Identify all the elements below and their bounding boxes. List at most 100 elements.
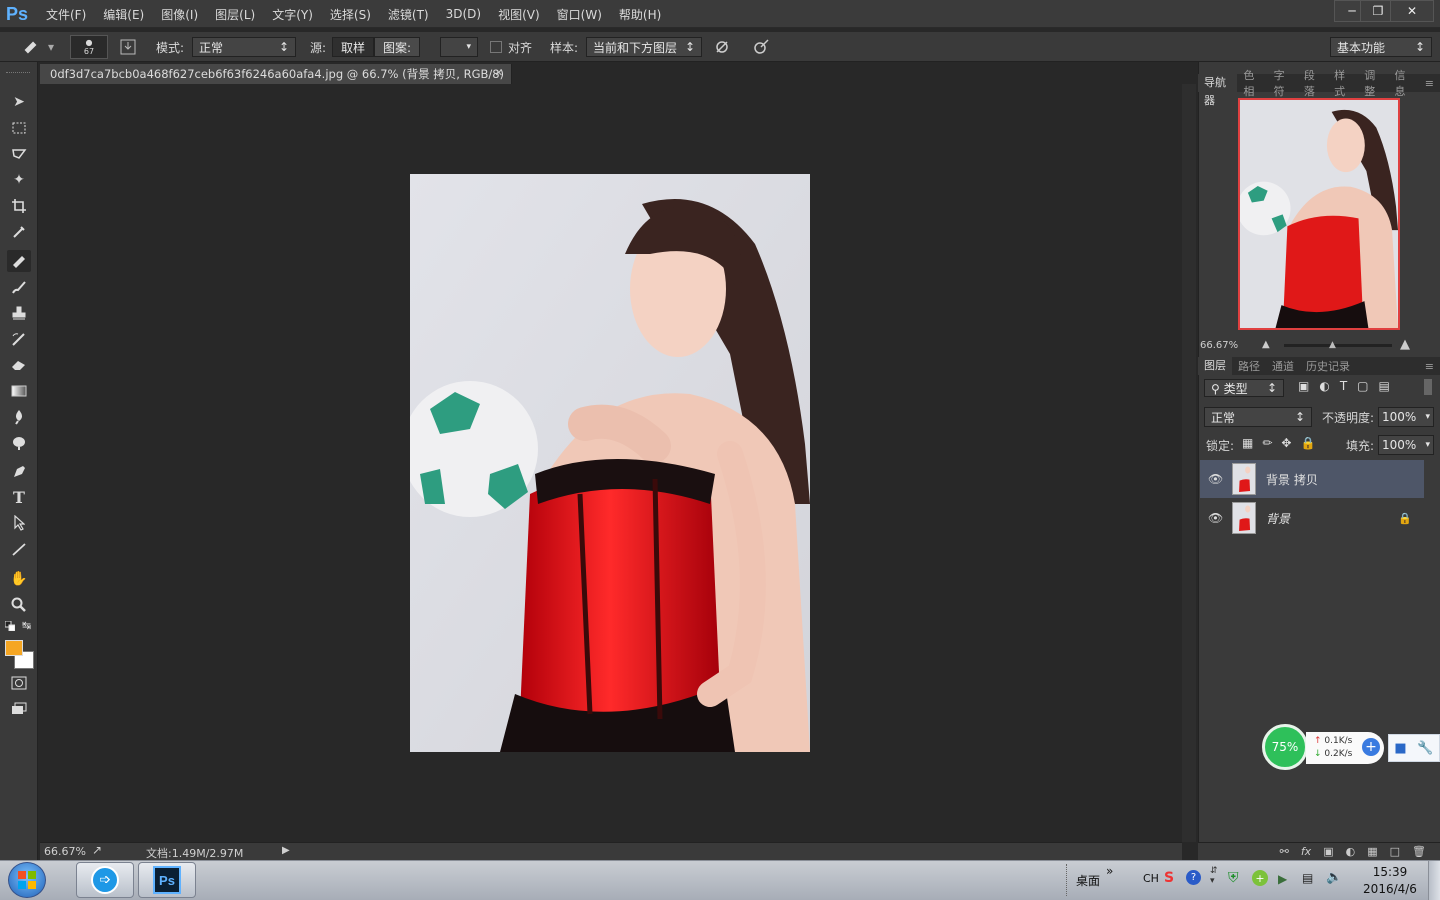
aligned-checkbox[interactable]	[490, 41, 502, 53]
clone-stamp-tool-icon[interactable]	[7, 302, 31, 324]
lock-all-icon[interactable]: 🔒	[1300, 436, 1315, 450]
workspace-select[interactable]: 基本功能 ↕	[1330, 37, 1432, 57]
zoom-tool-icon[interactable]	[7, 594, 31, 616]
tab-character[interactable]: 字符	[1268, 67, 1298, 99]
crop-tool-icon[interactable]	[7, 195, 31, 217]
filter-pixel-icon[interactable]: ▣	[1298, 379, 1309, 393]
desktop-toolbar-label[interactable]: 桌面	[1076, 872, 1100, 889]
navigator-zoom-slider[interactable]	[1284, 344, 1392, 347]
slider-handle-icon[interactable]: ▲	[1329, 340, 1336, 350]
default-colors-icon[interactable]	[4, 620, 16, 632]
show-desktop-button[interactable]	[1428, 861, 1440, 900]
filter-smart-object-icon[interactable]: ▤	[1379, 379, 1390, 393]
tab-info[interactable]: 信息	[1389, 67, 1419, 99]
eraser-tool-icon[interactable]	[7, 354, 31, 376]
tshirt-icon[interactable]: ■	[1394, 741, 1406, 756]
pattern-picker[interactable]: ▾	[440, 37, 478, 57]
magic-wand-tool-icon[interactable]: ✦	[7, 169, 31, 191]
new-layer-icon[interactable]: □	[1390, 845, 1400, 858]
mode-select[interactable]: 正常 ↕	[192, 37, 296, 57]
network-icon[interactable]: ▤	[1302, 871, 1313, 885]
filter-type-icon[interactable]: T	[1340, 379, 1347, 393]
fill-input[interactable]: 100% ▾	[1378, 435, 1434, 455]
layer-name[interactable]: 背景	[1266, 510, 1290, 527]
menu-help[interactable]: 帮助(H)	[619, 6, 661, 23]
eyedropper-tool-icon[interactable]	[7, 221, 31, 243]
document-tab[interactable]: 0df3d7ca7bcb0a468f627ceb6f63f6246a60afa4…	[40, 64, 512, 101]
layer-row[interactable]: 👁 背景 拷贝	[1200, 460, 1424, 498]
add-mask-icon[interactable]: ▣	[1323, 845, 1333, 858]
new-group-icon[interactable]: ▦	[1367, 845, 1377, 858]
tab-styles[interactable]: 样式	[1328, 67, 1358, 99]
navigator-preview[interactable]	[1238, 98, 1400, 330]
quick-mask-icon[interactable]	[7, 672, 31, 694]
dodge-tool-icon[interactable]	[7, 432, 31, 454]
brush-tool-icon[interactable]	[7, 276, 31, 298]
chevron-right-icon[interactable]: »	[1106, 864, 1113, 878]
fx-icon[interactable]: fx	[1301, 845, 1311, 858]
filter-shape-icon[interactable]: ▢	[1357, 379, 1368, 393]
tab-navigator[interactable]: 导航器	[1198, 74, 1238, 107]
menu-filter[interactable]: 滤镜(T)	[388, 6, 429, 23]
lock-transparent-icon[interactable]: ▦	[1242, 436, 1253, 450]
zoom-out-icon[interactable]: ▲	[1262, 339, 1270, 350]
panel-menu-icon[interactable]: ≡	[1419, 360, 1440, 373]
screen-mode-icon[interactable]	[7, 698, 31, 720]
tab-channels[interactable]: 通道	[1266, 358, 1300, 374]
ignore-adjustment-layers-icon[interactable]	[714, 36, 730, 58]
status-zoom[interactable]: 66.67%	[44, 845, 86, 858]
filter-toggle[interactable]	[1424, 379, 1432, 395]
hand-tool-icon[interactable]: ✋	[7, 568, 31, 590]
lasso-tool-icon[interactable]	[7, 143, 31, 165]
brush-panel-icon[interactable]	[120, 36, 136, 58]
healing-brush-tool-icon[interactable]	[7, 250, 31, 272]
sogou-ime-icon[interactable]: S	[1164, 870, 1174, 886]
menu-image[interactable]: 图像(I)	[161, 6, 198, 23]
pattern-button[interactable]: 图案:	[374, 37, 421, 57]
speed-widget-ball[interactable]: 75%	[1262, 724, 1308, 770]
trash-icon[interactable]: 🗑	[1412, 845, 1426, 858]
menu-window[interactable]: 窗口(W)	[557, 6, 602, 23]
gradient-tool-icon[interactable]	[7, 380, 31, 402]
tab-paragraph[interactable]: 段落	[1298, 67, 1328, 99]
visibility-eye-icon[interactable]: 👁	[1208, 472, 1223, 486]
network-speed-icon[interactable]: ▶	[1278, 872, 1287, 886]
sampled-button[interactable]: 取样	[332, 37, 375, 57]
filter-adjustment-icon[interactable]: ◐	[1319, 379, 1329, 393]
menu-3d[interactable]: 3D(D)	[446, 7, 481, 21]
status-menu-arrow-icon[interactable]: ▶	[282, 845, 290, 856]
tab-color[interactable]: 色相	[1237, 67, 1267, 99]
tab-adjustments[interactable]: 调整	[1358, 67, 1388, 99]
marquee-tool-icon[interactable]	[7, 117, 31, 139]
toolbar-grip[interactable]	[6, 72, 30, 74]
taskbar-browser-button[interactable]: ➩	[76, 862, 134, 898]
sample-select[interactable]: 当前和下方图层 ↕	[586, 37, 702, 57]
blur-tool-icon[interactable]	[7, 406, 31, 428]
brush-picker[interactable]: ● 67	[70, 35, 108, 59]
menu-layer[interactable]: 图层(L)	[215, 6, 255, 23]
healing-brush-tool-icon[interactable]	[22, 36, 42, 58]
type-tool-icon[interactable]: T	[7, 486, 31, 508]
lock-position-icon[interactable]: ✥	[1281, 436, 1291, 450]
tool-preset-dropdown-icon[interactable]: ▾	[48, 36, 54, 58]
clock[interactable]: 15:39 2016/4/6	[1360, 864, 1420, 898]
navigator-zoom[interactable]: 66.67%	[1200, 340, 1238, 351]
blend-mode-select[interactable]: 正常 ↕	[1204, 407, 1312, 427]
widget-add-icon[interactable]: +	[1362, 738, 1380, 756]
volume-icon[interactable]: 🔈	[1326, 870, 1342, 885]
path-selection-tool-icon[interactable]	[7, 512, 31, 534]
taskbar-photoshop-button[interactable]: Ps	[138, 862, 196, 898]
move-tool-icon[interactable]: ➤	[7, 91, 31, 113]
pen-tool-icon[interactable]	[7, 460, 31, 482]
start-button[interactable]	[8, 862, 46, 898]
tab-paths[interactable]: 路径	[1232, 358, 1266, 374]
antivirus-icon[interactable]: +	[1252, 870, 1268, 886]
document-image[interactable]	[410, 174, 810, 752]
tab-layers[interactable]: 图层	[1198, 357, 1232, 375]
menu-edit[interactable]: 编辑(E)	[103, 6, 144, 23]
canvas-vertical-scrollbar[interactable]	[1182, 84, 1196, 842]
layer-name[interactable]: 背景 拷贝	[1266, 471, 1318, 488]
help-icon[interactable]: ?	[1186, 870, 1201, 885]
export-icon[interactable]: ↗	[92, 843, 102, 857]
history-brush-tool-icon[interactable]	[7, 328, 31, 350]
